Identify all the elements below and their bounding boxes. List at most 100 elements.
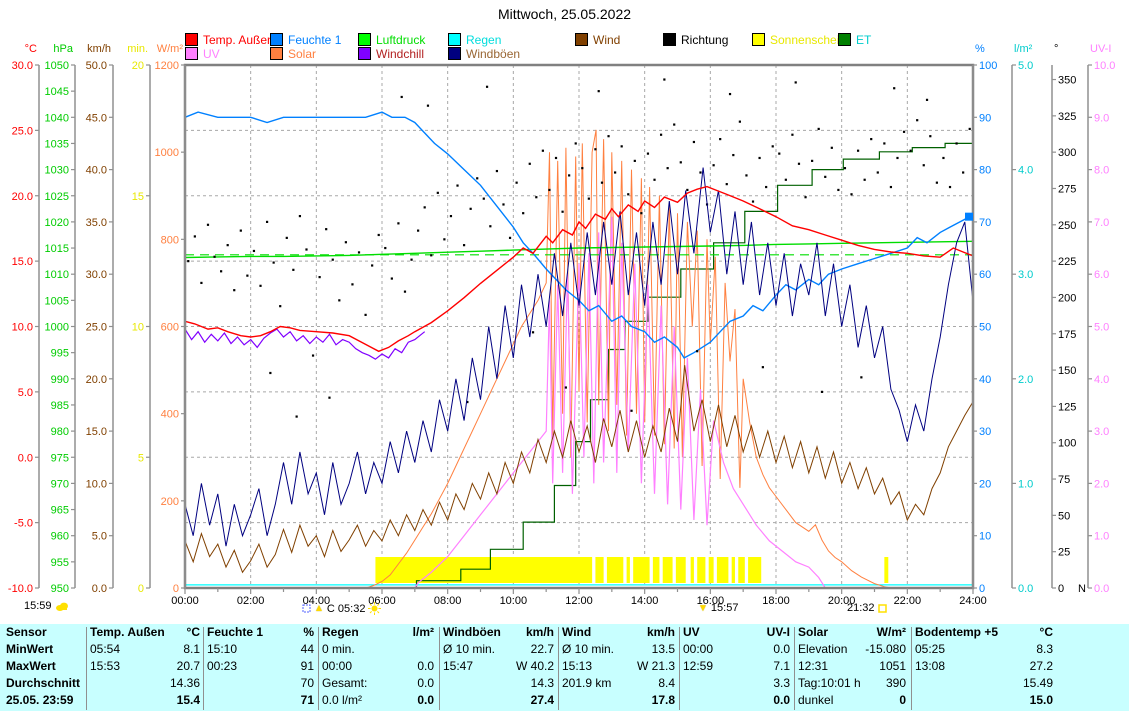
svg-text:0.0: 0.0	[18, 452, 33, 464]
svg-text:1025: 1025	[45, 191, 69, 203]
svg-text:15: 15	[132, 191, 144, 203]
weather-day-chart-page: Mittwoch, 25.05.2022 Temp. AußenFeuchte …	[0, 0, 1129, 711]
svg-text:25: 25	[1058, 547, 1070, 559]
svg-text:4.0: 4.0	[1094, 374, 1109, 386]
svg-text:-10.0: -10.0	[8, 583, 33, 595]
table-row: 0 min.	[322, 641, 434, 658]
svg-text:990: 990	[51, 374, 69, 386]
sensor-name: Temp. Außen	[90, 624, 165, 641]
cell-time: 0 min.	[322, 641, 355, 658]
svg-text:1.0: 1.0	[1018, 478, 1033, 490]
moon-annotation: ▼ 15:57	[698, 602, 738, 614]
table-row: 17.8	[562, 692, 675, 709]
svg-text:1040: 1040	[45, 112, 69, 124]
svg-text:5.0: 5.0	[92, 531, 107, 543]
cell-value: 0.0	[773, 641, 790, 658]
svg-text:125: 125	[1058, 401, 1076, 413]
svg-text:-5.0: -5.0	[14, 518, 33, 530]
sensor-unit: °C	[187, 624, 200, 641]
gridlines	[185, 65, 973, 588]
cell-value: -15.080	[865, 641, 906, 658]
svg-text:50.0: 50.0	[86, 60, 107, 72]
svg-text:10: 10	[132, 322, 144, 334]
svg-text:l/m²: l/m²	[1014, 43, 1033, 55]
svg-text:1035: 1035	[45, 138, 69, 150]
svg-text:02:00: 02:00	[237, 595, 265, 607]
table-row: 201.9 km8.4	[562, 675, 675, 692]
table-row: 15:47W 40.2	[443, 658, 554, 675]
sensor-unit: UV-I	[767, 624, 790, 641]
svg-text:300: 300	[1058, 147, 1076, 159]
table-column-separator	[679, 627, 680, 710]
table-row: 71	[207, 692, 314, 709]
svg-text:50: 50	[979, 322, 991, 334]
svg-text:1010: 1010	[45, 269, 69, 281]
cell-value: 1051	[879, 658, 906, 675]
cloud-icon	[55, 601, 69, 611]
sunrise-arrow-icon: ▲	[314, 603, 324, 614]
cell-value: 91	[301, 658, 314, 675]
axis-hpa: hPa9509559609659709759809859909951000100…	[45, 43, 75, 595]
svg-text:70: 70	[979, 217, 991, 229]
svg-text:350: 350	[1058, 75, 1076, 87]
cell-value: 15.0	[1030, 692, 1053, 709]
moon-arrow-icon: ▼	[698, 603, 708, 614]
table-group-windb-en: Windböenkm/hØ 10 min.22.715:47W 40.214.3…	[443, 624, 554, 711]
cell-value: 0.0	[417, 658, 434, 675]
cell-value: 390	[886, 675, 906, 692]
cell-value: 44	[301, 641, 314, 658]
svg-text:50: 50	[1058, 510, 1070, 522]
cell-time: 12:59	[683, 658, 713, 675]
svg-text:30.0: 30.0	[86, 269, 107, 281]
axis-min: min.05101520	[127, 43, 150, 595]
cell-time: 00:23	[207, 658, 237, 675]
svg-text:275: 275	[1058, 183, 1076, 195]
svg-text:20: 20	[132, 60, 144, 72]
sensor-name: Feuchte 1	[207, 624, 263, 641]
cell-time: 00:00	[322, 658, 352, 675]
table-column-separator	[911, 627, 912, 710]
svg-text:35.0: 35.0	[86, 217, 107, 229]
cell-value: 0.0	[417, 675, 434, 692]
svg-text:1015: 1015	[45, 243, 69, 255]
row-label: MinWert	[6, 641, 53, 658]
statistics-table: SensorMinWertMaxWertDurchschnitt25.05. 2…	[0, 622, 1129, 711]
cell-time: Gesamt:	[322, 675, 367, 692]
svg-text:0.0: 0.0	[92, 583, 107, 595]
svg-text:250: 250	[1058, 220, 1076, 232]
table-column-separator	[318, 627, 319, 710]
table-row: 15.0	[915, 692, 1053, 709]
table-row: dunkel0	[798, 692, 906, 709]
svg-text:960: 960	[51, 531, 69, 543]
cell-value: 8.1	[183, 641, 200, 658]
axis-uvi: UV-I0.01.02.03.04.05.06.07.08.09.010.0	[1088, 43, 1115, 595]
table-row: Ø 10 min.22.7	[443, 641, 554, 658]
svg-text:100: 100	[979, 60, 997, 72]
sensor-unit: W/m²	[877, 624, 906, 641]
svg-text:08:00: 08:00	[434, 595, 462, 607]
table-row: Ø 10 min.13.5	[562, 641, 675, 658]
table-column-separator	[203, 627, 204, 710]
table-row: 12:311051	[798, 658, 906, 675]
svg-text:25.0: 25.0	[12, 125, 33, 137]
svg-text:80: 80	[979, 165, 991, 177]
svg-text:1.0: 1.0	[1094, 531, 1109, 543]
series-windchill	[185, 329, 425, 359]
svg-text:5.0: 5.0	[18, 387, 33, 399]
series-uv	[415, 217, 826, 588]
svg-text:UV-I: UV-I	[1090, 43, 1111, 55]
svg-text:10:00: 10:00	[500, 595, 528, 607]
table-row: 12:597.1	[683, 658, 790, 675]
series-solar	[366, 130, 891, 588]
svg-text:200: 200	[161, 496, 179, 508]
cell-time: Ø 10 min.	[562, 641, 614, 658]
svg-text:2.0: 2.0	[1018, 374, 1033, 386]
svg-text:0: 0	[138, 583, 144, 595]
svg-text:175: 175	[1058, 329, 1076, 341]
svg-text:975: 975	[51, 452, 69, 464]
table-group-regen: Regenl/m²0 min.00:000.0Gesamt:0.00.0 l/m…	[322, 624, 434, 711]
cell-time: 15:10	[207, 641, 237, 658]
svg-text:15.0: 15.0	[12, 256, 33, 268]
svg-text:0: 0	[1058, 583, 1064, 595]
sunset-time: 21:32	[847, 602, 875, 614]
